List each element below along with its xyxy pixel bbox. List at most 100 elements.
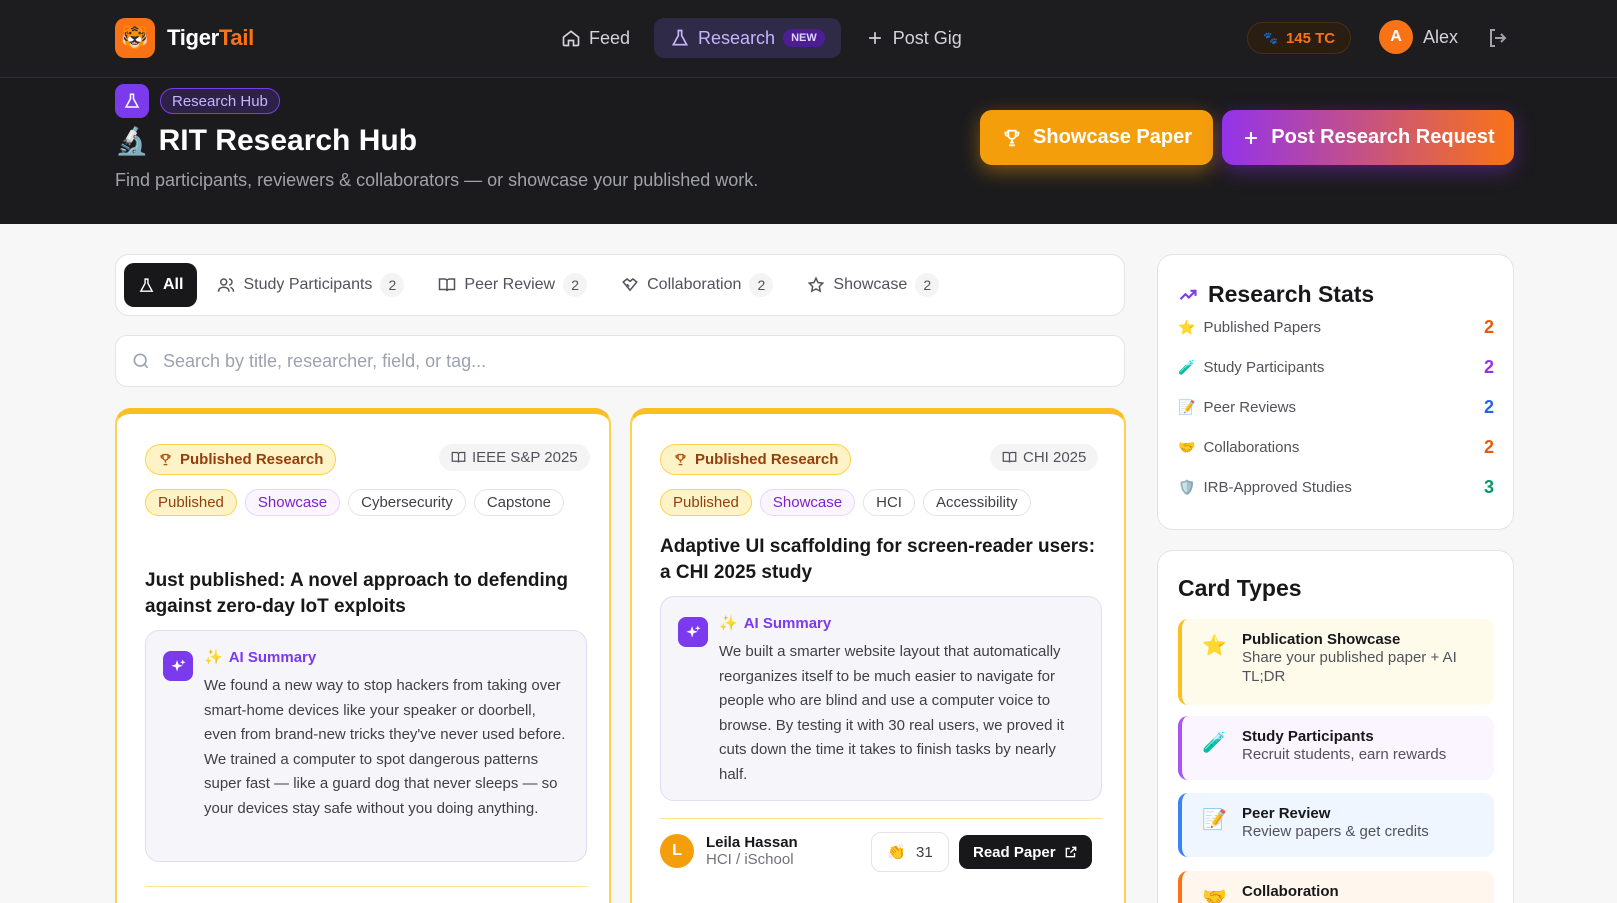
stat-irb-approved: 🛡️ IRB-Approved Studies 3 <box>1178 477 1494 497</box>
tab-all[interactable]: All <box>124 263 198 307</box>
users-icon <box>218 278 235 292</box>
app-name: TigerTail <box>167 25 254 50</box>
stat-peer-reviews: 📝 Peer Reviews 2 <box>1178 397 1494 417</box>
tag[interactable]: HCI <box>863 489 915 516</box>
avatar: L <box>660 834 694 868</box>
stat-collaborations: 🤝 Collaborations 2 <box>1178 437 1494 457</box>
test-tube-icon: 🧪 <box>1178 359 1196 375</box>
sparkles-icon <box>678 617 708 647</box>
author-department: HCI / iSchool <box>706 851 794 868</box>
star-icon <box>808 276 825 293</box>
handshake-icon: 🤝 <box>1178 439 1196 455</box>
divider <box>660 818 1102 819</box>
clap-button[interactable]: 👏 31 <box>871 832 949 872</box>
type-collaboration[interactable]: 🤝 Collaboration <box>1178 871 1494 903</box>
read-paper-button[interactable]: Read Paper <box>959 835 1092 869</box>
research-card[interactable]: Published Research CHI 2025 Published Sh… <box>630 408 1126 903</box>
card-title[interactable]: Just published: A novel approach to defe… <box>145 568 587 620</box>
divider <box>145 886 587 887</box>
flask-icon <box>115 84 149 118</box>
tag[interactable]: Cybersecurity <box>348 489 466 516</box>
test-tube-icon: 🧪 <box>1202 732 1227 754</box>
stat-value: 2 <box>1483 397 1494 417</box>
tag[interactable]: Showcase <box>244 489 341 516</box>
ai-summary-text: We built a smarter website layout that a… <box>719 643 1065 783</box>
plus-icon <box>1245 131 1258 144</box>
trophy-icon <box>1004 129 1020 146</box>
avatar: A <box>1379 20 1413 54</box>
top-navbar: 🐯 TigerTail Feed Research NEW Post Gig 🐾… <box>0 0 1617 78</box>
nav-post-gig-label: Post Gig <box>892 27 962 48</box>
new-badge: NEW <box>783 29 825 47</box>
tab-peer-review[interactable]: Peer Review 2 <box>424 263 601 307</box>
nav-research[interactable]: Research NEW <box>654 18 841 58</box>
paw-icon: 🐾 <box>1263 31 1278 45</box>
tag[interactable]: Published <box>145 489 237 516</box>
token-balance-value: 145 TC <box>1285 29 1336 47</box>
book-open-icon <box>439 278 456 292</box>
trending-up-icon <box>1179 289 1197 300</box>
card-types-title: Card Types <box>1178 575 1302 601</box>
sparkle-icon: ✨ <box>719 615 738 632</box>
author-info[interactable]: L Leila Hassan HCI / iSchool <box>660 834 798 868</box>
filter-tabs: All Study Participants 2 Peer Review 2 C… <box>115 254 1125 316</box>
research-card[interactable]: Published Research IEEE S&P 2025 Publish… <box>115 408 611 903</box>
user-name: Alex <box>1423 26 1459 47</box>
tag[interactable]: Accessibility <box>922 489 1031 516</box>
main-nav: Feed Research NEW Post Gig <box>545 18 978 58</box>
nav-post-gig[interactable]: Post Gig <box>849 18 978 58</box>
handshake-icon <box>622 278 638 292</box>
stat-study-participants: 🧪 Study Participants 2 <box>1178 357 1494 377</box>
tag[interactable]: Published <box>660 489 752 516</box>
type-peer-review[interactable]: 📝 Peer Review Review papers & get credit… <box>1178 793 1494 857</box>
tag[interactable]: Capstone <box>473 489 565 516</box>
ai-summary-label: ✨ AI Summary <box>719 614 832 633</box>
trophy-icon <box>160 453 171 466</box>
clap-icon: 👏 <box>887 844 906 861</box>
ai-summary-text: We found a new way to stop hackers from … <box>204 677 566 817</box>
token-balance[interactable]: 🐾 145 TC <box>1247 22 1352 54</box>
research-hub-pill: Research Hub <box>160 88 280 114</box>
tab-count: 2 <box>915 273 940 297</box>
tab-study-participants[interactable]: Study Participants 2 <box>203 263 418 307</box>
nav-research-label: Research <box>698 27 776 48</box>
author-name: Leila Hassan <box>706 834 798 851</box>
published-research-badge: Published Research <box>145 444 337 475</box>
published-research-badge: Published Research <box>660 444 852 475</box>
ai-summary: ✨ AI Summary We found a new way to stop h… <box>145 630 587 862</box>
type-study-participants[interactable]: 🧪 Study Participants Recruit students, e… <box>1178 716 1494 780</box>
stat-value: 2 <box>1483 357 1494 377</box>
tab-collaboration[interactable]: Collaboration 2 <box>607 263 787 307</box>
plus-icon <box>868 32 881 44</box>
stat-value: 3 <box>1483 477 1494 497</box>
memo-icon: 📝 <box>1178 399 1196 415</box>
tag[interactable]: Showcase <box>759 489 856 516</box>
post-research-request-button[interactable]: Post Research Request <box>1222 110 1514 165</box>
logout-icon[interactable] <box>1486 26 1510 50</box>
star-icon: ⭐ <box>1178 319 1196 335</box>
app-logo[interactable]: 🐯 TigerTail <box>115 18 254 58</box>
tab-showcase[interactable]: Showcase 2 <box>793 263 953 307</box>
sparkle-icon: ✨ <box>204 649 223 666</box>
user-menu[interactable]: A Alex <box>1379 20 1458 54</box>
nav-feed-label: Feed <box>589 27 631 48</box>
tab-count: 2 <box>749 273 774 297</box>
tag-list: Published Showcase Cybersecurity Capston… <box>145 489 587 516</box>
tag-list: Published Showcase HCI Accessibility <box>660 489 1102 516</box>
tab-count: 2 <box>563 273 588 297</box>
showcase-paper-button[interactable]: Showcase Paper <box>980 110 1213 165</box>
card-title[interactable]: Adaptive UI scaffolding for screen-reade… <box>660 534 1102 586</box>
card-types-panel: Card Types ⭐ Publication Showcase Share … <box>1157 550 1514 903</box>
stat-value: 2 <box>1483 317 1494 337</box>
nav-feed[interactable]: Feed <box>545 18 646 58</box>
search-bar <box>115 335 1125 387</box>
page-subtitle: Find participants, reviewers & collabora… <box>115 170 759 190</box>
venue-badge: CHI 2025 <box>990 444 1099 471</box>
search-input[interactable] <box>163 350 1109 372</box>
home-icon <box>562 30 580 47</box>
search-icon <box>133 353 149 369</box>
ai-summary-label: ✨ AI Summary <box>204 648 317 667</box>
tab-count: 2 <box>380 273 405 297</box>
type-publication-showcase[interactable]: ⭐ Publication Showcase Share your publis… <box>1178 619 1494 705</box>
memo-icon: 📝 <box>1202 809 1227 831</box>
